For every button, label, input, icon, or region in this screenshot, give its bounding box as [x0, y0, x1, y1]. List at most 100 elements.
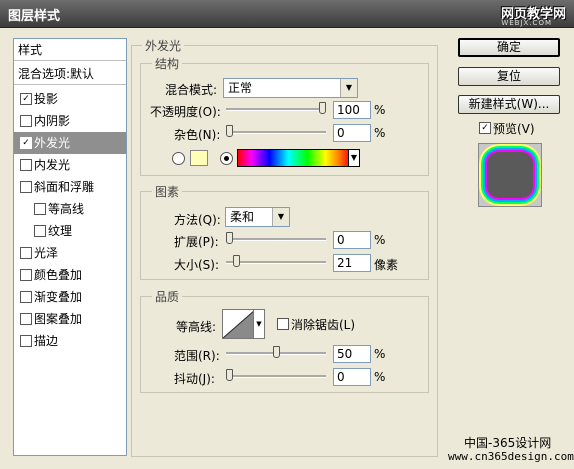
- dialog-title: 图层样式: [8, 9, 61, 24]
- elements-title: 图素: [152, 183, 183, 200]
- style-item[interactable]: ✓ 外发光: [14, 132, 126, 154]
- spread-slider-thumb[interactable]: [226, 232, 233, 244]
- style-item[interactable]: 光泽: [14, 242, 126, 264]
- range-unit: %: [374, 347, 386, 361]
- style-item-checkbox[interactable]: [20, 335, 32, 347]
- style-item-checkbox[interactable]: [34, 203, 46, 215]
- new-style-button[interactable]: 新建样式(W)...: [458, 95, 560, 114]
- style-item-label: 渐变叠加: [34, 290, 83, 304]
- spread-track: [226, 238, 326, 241]
- jitter-slider[interactable]: [226, 369, 326, 381]
- style-item-checkbox[interactable]: [34, 225, 46, 237]
- style-item[interactable]: 图案叠加: [14, 308, 126, 330]
- style-item-checkbox[interactable]: [20, 115, 32, 127]
- style-item-label: 内阴影: [34, 114, 71, 128]
- noise-unit: %: [374, 126, 386, 140]
- style-item-checkbox[interactable]: [20, 181, 32, 193]
- reset-button[interactable]: 复位: [458, 67, 560, 86]
- noise-slider[interactable]: [226, 125, 326, 137]
- style-item[interactable]: 描边: [14, 330, 126, 352]
- range-label: 范围(R):: [174, 349, 220, 363]
- size-track: [226, 261, 326, 264]
- range-slider-thumb[interactable]: [273, 346, 280, 358]
- glow-color-swatch[interactable]: [190, 150, 208, 166]
- size-label: 大小(S):: [174, 258, 220, 272]
- style-item-checkbox[interactable]: [20, 159, 32, 171]
- style-item[interactable]: 渐变叠加: [14, 286, 126, 308]
- contour-picker[interactable]: [222, 309, 256, 339]
- style-item-label: 描边: [34, 334, 59, 348]
- style-item-label: 图案叠加: [34, 312, 83, 326]
- site-credit-url: www.cn365design.com: [448, 450, 574, 463]
- style-item[interactable]: 纹理: [14, 220, 126, 242]
- site-credit-name: 中国-365设计网: [464, 436, 552, 450]
- contour-dropdown-icon[interactable]: ▼: [253, 309, 265, 339]
- title-bar[interactable]: 图层样式 网页教学网 WEBJX.COM: [0, 0, 574, 28]
- style-item[interactable]: 等高线: [14, 198, 126, 220]
- noise-input[interactable]: 0: [333, 124, 371, 142]
- style-item[interactable]: 颜色叠加: [14, 264, 126, 286]
- blend-mode-value: 正常: [228, 81, 253, 95]
- opacity-slider[interactable]: [226, 102, 326, 114]
- jitter-slider-thumb[interactable]: [226, 369, 233, 381]
- style-item-checkbox[interactable]: [20, 247, 32, 259]
- opacity-label: 不透明度(O):: [150, 105, 221, 119]
- style-item-checkbox[interactable]: [20, 313, 32, 325]
- style-preview-thumbnail: [478, 143, 542, 207]
- outer-glow-title: 外发光: [142, 37, 185, 54]
- noise-label: 杂色(N):: [174, 128, 221, 142]
- style-item[interactable]: 斜面和浮雕: [14, 176, 126, 198]
- antialias-label: 消除锯齿(L): [291, 318, 356, 332]
- opacity-slider-thumb[interactable]: [319, 102, 326, 114]
- style-item-label: 内发光: [34, 158, 71, 172]
- ok-button[interactable]: 确定: [458, 38, 560, 57]
- structure-title: 结构: [152, 55, 183, 72]
- gradient-radio[interactable]: [220, 152, 233, 165]
- opacity-unit: %: [374, 103, 386, 117]
- preview-label: 预览(V): [493, 122, 535, 136]
- gradient-dropdown-icon[interactable]: ▼: [348, 149, 360, 167]
- size-unit: 像素: [374, 258, 399, 272]
- jitter-unit: %: [374, 370, 386, 384]
- style-item[interactable]: 内发光: [14, 154, 126, 176]
- size-slider[interactable]: [226, 255, 326, 267]
- jitter-input[interactable]: 0: [333, 368, 371, 386]
- spread-label: 扩展(P):: [174, 235, 219, 249]
- preview-checkbox[interactable]: ✓: [479, 122, 491, 134]
- styles-header[interactable]: 样式: [14, 39, 126, 61]
- style-item-label: 光泽: [34, 246, 59, 260]
- spread-input[interactable]: 0: [333, 231, 371, 249]
- spread-slider[interactable]: [226, 232, 326, 244]
- blend-mode-select[interactable]: 正常 ▼: [223, 78, 358, 98]
- style-item[interactable]: 内阴影: [14, 110, 126, 132]
- opacity-input[interactable]: 100: [333, 101, 371, 119]
- chevron-down-icon: ▼: [272, 208, 289, 226]
- style-item-checkbox[interactable]: ✓: [20, 137, 32, 149]
- jitter-track: [226, 375, 326, 378]
- style-item-label: 斜面和浮雕: [34, 180, 95, 194]
- technique-label: 方法(Q):: [174, 213, 221, 227]
- style-item-checkbox[interactable]: ✓: [20, 93, 32, 105]
- style-item-checkbox[interactable]: [20, 269, 32, 281]
- noise-slider-thumb[interactable]: [226, 125, 233, 137]
- size-slider-thumb[interactable]: [233, 255, 240, 267]
- preview-glow-shape: [487, 152, 533, 198]
- chevron-down-icon: ▼: [340, 79, 357, 97]
- style-item-label: 投影: [34, 92, 59, 106]
- antialias-checkbox[interactable]: [277, 318, 289, 330]
- style-item-label: 纹理: [48, 224, 73, 238]
- style-item-label: 颜色叠加: [34, 268, 83, 282]
- style-item-checkbox[interactable]: [20, 291, 32, 303]
- technique-select[interactable]: 柔和 ▼: [225, 207, 290, 227]
- range-slider[interactable]: [226, 346, 326, 358]
- solid-color-radio[interactable]: [172, 152, 185, 165]
- style-item[interactable]: ✓ 投影: [14, 88, 126, 110]
- size-input[interactable]: 21: [333, 254, 371, 272]
- style-item-label: 等高线: [48, 202, 85, 216]
- glow-gradient-picker[interactable]: [237, 149, 351, 167]
- opacity-track: [226, 108, 326, 111]
- blend-options-item[interactable]: 混合选项:默认: [14, 63, 126, 85]
- watermark-url: WEBJX.COM: [501, 19, 552, 27]
- contour-curve-icon: [223, 310, 255, 338]
- range-input[interactable]: 50: [333, 345, 371, 363]
